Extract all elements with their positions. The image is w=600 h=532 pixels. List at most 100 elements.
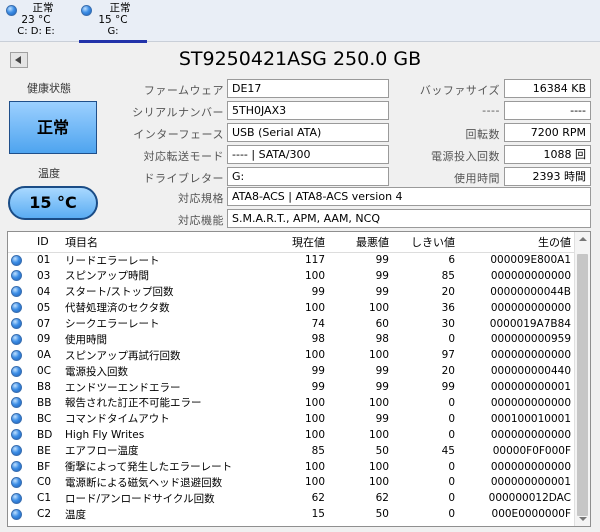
drive-tab-0[interactable]: 正常 23 °C C: D: E: — [0, 2, 72, 40]
cell-id: 04 — [37, 285, 51, 298]
cell-current: 100 — [304, 412, 325, 425]
unknown-field-label: ---- — [482, 104, 500, 117]
cell-id: 0C — [37, 365, 52, 378]
health-status-button[interactable]: 正常 — [9, 101, 97, 154]
health-status-icon — [11, 508, 22, 520]
cell-worst: 60 — [375, 317, 389, 330]
cell-threshold: 45 — [441, 444, 455, 457]
firmware-label: ファームウェア — [143, 84, 224, 97]
cell-threshold: 0 — [448, 508, 455, 521]
cell-worst: 50 — [375, 508, 389, 521]
transfer-mode-value: ---- | SATA/300 — [227, 145, 389, 164]
power-on-hours-label: 使用時間 — [454, 172, 500, 185]
table-row[interactable]: 07 シークエラーレート 74 60 30 0000019A7B84 — [8, 316, 574, 332]
cell-id: C1 — [37, 492, 52, 505]
smart-attribute-table[interactable]: ID 項目名 現在値 最悪値 しきい値 生の値 01 リードエラーレート 117 99… — [7, 231, 591, 527]
health-status-icon — [11, 429, 22, 441]
drive-tab-1[interactable]: 正常 15 °C G: — [75, 2, 151, 43]
id-column-header[interactable]: ID — [34, 232, 62, 253]
health-label: 健康状態 — [27, 82, 71, 95]
cell-name: スピンアップ再試行回数 — [65, 349, 181, 362]
drive-letter-value: G: — [227, 167, 389, 186]
table-row[interactable]: 01 リードエラーレート 117 99 6 000009E800A1 — [8, 252, 574, 268]
cell-name: スピンアップ時間 — [65, 270, 149, 283]
health-status-icon — [11, 254, 22, 266]
worst-column-header[interactable]: 最悪値 — [328, 232, 392, 253]
table-row[interactable]: BE エアフロー温度 85 50 45 00000F0F000F — [8, 443, 574, 459]
cell-name: 使用時間 — [65, 333, 107, 346]
cell-current: 74 — [311, 317, 325, 330]
cell-worst: 100 — [368, 349, 389, 362]
temperature-button[interactable]: 15 °C — [8, 186, 98, 220]
cell-worst: 98 — [375, 333, 389, 346]
table-row[interactable]: BF 衝撃によって発生したエラーレート 100 100 0 000000000000 — [8, 459, 574, 475]
unknown-field-value: ---- — [504, 101, 591, 120]
cell-status — [8, 284, 34, 300]
cell-status — [8, 347, 34, 363]
cell-status — [8, 379, 34, 395]
cell-status — [8, 395, 34, 411]
table-row[interactable]: BB 報告された訂正不可能エラー 100 100 0 000000000000 — [8, 395, 574, 411]
cell-worst: 99 — [375, 381, 389, 394]
cell-raw: 000000000959 — [490, 333, 571, 346]
cell-name: リードエラーレート — [65, 254, 160, 267]
cell-id: C2 — [37, 508, 52, 521]
cell-status — [8, 268, 34, 284]
cell-worst: 100 — [368, 460, 389, 473]
cell-worst: 100 — [368, 476, 389, 489]
health-status-icon — [11, 381, 22, 393]
table-row[interactable]: 0C 電源投入回数 99 99 20 000000000440 — [8, 363, 574, 379]
cell-worst: 99 — [375, 285, 389, 298]
cell-current: 100 — [304, 396, 325, 409]
cell-name: 衝撃によって発生したエラーレート — [65, 461, 233, 474]
table-row[interactable]: 03 スピンアップ時間 100 99 85 000000000000 — [8, 268, 574, 284]
cell-id: BD — [37, 428, 53, 441]
scroll-down-icon[interactable] — [575, 512, 590, 526]
current-column-header[interactable]: 現在値 — [258, 232, 328, 253]
scrollbar-thumb[interactable] — [577, 254, 588, 516]
interface-label: インターフェース — [133, 128, 224, 141]
table-row[interactable]: C0 電源断による磁気ヘッド退避回数 100 100 0 000000000001 — [8, 474, 574, 490]
health-status-icon — [81, 5, 92, 16]
drive-letters: G: — [107, 26, 119, 37]
cell-id: 0A — [37, 349, 51, 362]
cell-status — [8, 506, 34, 522]
cell-threshold: 0 — [448, 476, 455, 489]
cell-id: BC — [37, 412, 52, 425]
firmware-value: DE17 — [227, 79, 389, 98]
raw-column-header[interactable]: 生の値 — [458, 232, 574, 253]
cell-name: 温度 — [65, 508, 86, 521]
health-status-icon — [11, 349, 22, 361]
cell-current: 62 — [311, 492, 325, 505]
cell-id: 05 — [37, 301, 51, 314]
table-row[interactable]: BC コマンドタイムアウト 100 99 0 000100010001 — [8, 411, 574, 427]
cell-threshold: 0 — [448, 460, 455, 473]
cell-threshold: 20 — [441, 285, 455, 298]
table-row[interactable]: BD High Fly Writes 100 100 0 000000000000 — [8, 427, 574, 443]
cell-current: 100 — [304, 428, 325, 441]
cell-current: 100 — [304, 349, 325, 362]
drive-status: 正常 — [32, 2, 54, 14]
table-row[interactable]: B8 エンドツーエンドエラー 99 99 99 000000000001 — [8, 379, 574, 395]
threshold-column-header[interactable]: しきい値 — [392, 232, 458, 253]
scroll-up-icon[interactable] — [575, 232, 590, 246]
table-row[interactable]: C1 ロード/アンロードサイクル回数 62 62 0 000000012DAC — [8, 490, 574, 506]
status-column-header — [8, 232, 34, 253]
name-column-header[interactable]: 項目名 — [62, 232, 258, 253]
table-row[interactable]: 09 使用時間 98 98 0 000000000959 — [8, 331, 574, 347]
cell-worst: 99 — [375, 412, 389, 425]
cell-worst: 62 — [375, 492, 389, 505]
cell-name: スタート/ストップ回数 — [65, 286, 174, 299]
cell-current: 100 — [304, 476, 325, 489]
cell-raw: 0000019A7B84 — [489, 317, 571, 330]
active-tab-indicator — [79, 40, 147, 43]
cell-current: 117 — [304, 254, 325, 267]
table-row[interactable]: 0A スピンアップ再試行回数 100 100 97 000000000000 — [8, 347, 574, 363]
power-on-count-value: 1088 回 — [504, 145, 591, 164]
table-row[interactable]: C2 温度 15 50 0 000E0000000F — [8, 506, 574, 522]
table-row[interactable]: 05 代替処理済のセクタ数 100 100 36 000000000000 — [8, 300, 574, 316]
table-scrollbar[interactable] — [574, 232, 590, 526]
cell-worst: 99 — [375, 365, 389, 378]
table-row[interactable]: 04 スタート/ストップ回数 99 99 20 00000000044B — [8, 284, 574, 300]
cell-raw: 000000000001 — [490, 381, 571, 394]
